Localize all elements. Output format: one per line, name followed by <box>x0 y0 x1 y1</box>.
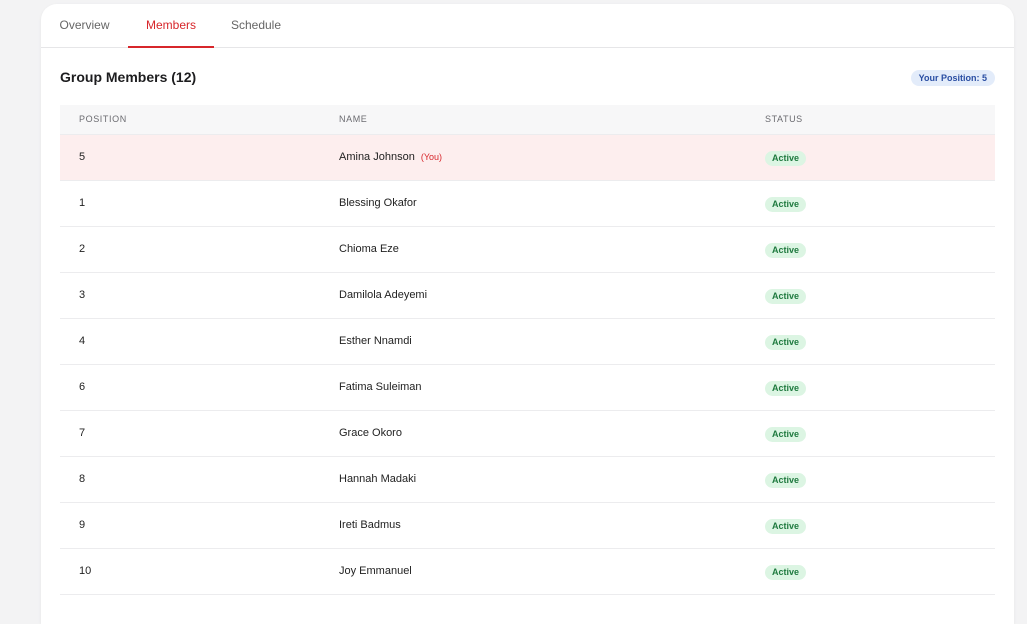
member-position: 10 <box>79 565 92 577</box>
table-row[interactable]: 10 Joy Emmanuel Active <box>60 549 995 595</box>
member-name: Blessing Okafor <box>339 197 417 209</box>
tab-overview[interactable]: Overview <box>41 4 128 47</box>
group-header: Group Members (12) Your Position: 5 <box>60 66 995 90</box>
table-row[interactable]: 5 Amina Johnson (You) Active <box>60 135 995 181</box>
status-badge: Active <box>765 289 807 304</box>
member-position: 9 <box>79 519 86 531</box>
header-status[interactable]: STATUS <box>765 105 803 133</box>
member-position: 7 <box>79 427 86 439</box>
status-badge: Active <box>765 197 807 212</box>
member-position: 3 <box>79 289 86 301</box>
tab-schedule[interactable]: Schedule <box>221 4 291 47</box>
status-badge: Active <box>765 427 807 442</box>
you-tag: (You) <box>420 152 443 162</box>
header-position[interactable]: POSITION <box>79 105 127 133</box>
status-badge: Active <box>765 243 807 258</box>
header-name[interactable]: NAME <box>339 105 367 133</box>
table-row[interactable]: 2 Chioma Eze Active <box>60 227 995 273</box>
table-row[interactable]: 6 Fatima Suleiman Active <box>60 365 995 411</box>
member-position: 1 <box>79 197 86 209</box>
table-row[interactable]: 3 Damilola Adeyemi Active <box>60 273 995 319</box>
status-badge: Active <box>765 151 807 166</box>
members-card: Overview Members Schedule Group Members … <box>41 4 1014 624</box>
table-row[interactable]: 9 Ireti Badmus Active <box>60 503 995 549</box>
tab-bar: Overview Members Schedule <box>41 4 1014 48</box>
tab-members[interactable]: Members <box>128 4 214 48</box>
table-row[interactable]: 7 Grace Okoro Active <box>60 411 995 457</box>
member-name: Chioma Eze <box>339 243 399 255</box>
member-name-cell: Grace Okoro <box>339 411 402 456</box>
member-name: Grace Okoro <box>339 427 402 439</box>
status-badge: Active <box>765 473 807 488</box>
member-position: 2 <box>79 243 86 255</box>
table-header: POSITION NAME STATUS <box>60 105 995 135</box>
member-name-cell: Fatima Suleiman <box>339 365 422 410</box>
status-badge: Active <box>765 335 807 350</box>
member-position: 8 <box>79 473 86 485</box>
status-badge: Active <box>765 519 807 534</box>
table-body: 5 Amina Johnson (You) Active 1 Blessing Okafo… <box>60 135 995 595</box>
member-name-cell: Hannah Madaki <box>339 457 416 502</box>
members-table: POSITION NAME STATUS 5 Amina Johnson (You)… <box>60 105 995 595</box>
member-name-cell: Blessing Okafor <box>339 181 417 226</box>
member-name: Hannah Madaki <box>339 473 417 485</box>
member-name-cell: Ireti Badmus <box>339 503 401 548</box>
member-name: Damilola Adeyemi <box>339 289 428 301</box>
member-name-cell: Joy Emmanuel <box>339 549 412 594</box>
table-row[interactable]: 1 Blessing Okafor Active <box>60 181 995 227</box>
member-position: 5 <box>79 151 86 163</box>
member-name: Amina Johnson <box>339 151 415 163</box>
status-badge: Active <box>765 381 807 396</box>
member-name: Joy Emmanuel <box>339 565 412 577</box>
member-name: Esther Nnamdi <box>339 335 412 347</box>
your-position-badge: Your Position: 5 <box>910 70 995 86</box>
member-name-cell: Chioma Eze <box>339 227 399 272</box>
member-name: Fatima Suleiman <box>339 381 422 393</box>
member-name: Ireti Badmus <box>339 519 401 531</box>
member-name-cell: Amina Johnson (You) <box>339 135 442 180</box>
member-position: 4 <box>79 335 86 347</box>
group-members-title: Group Members (12) <box>60 69 197 85</box>
status-badge: Active <box>765 565 807 580</box>
table-row[interactable]: 4 Esther Nnamdi Active <box>60 319 995 365</box>
member-name-cell: Esther Nnamdi <box>339 319 412 364</box>
table-row[interactable]: 8 Hannah Madaki Active <box>60 457 995 503</box>
member-position: 6 <box>79 381 86 393</box>
member-name-cell: Damilola Adeyemi <box>339 273 427 318</box>
